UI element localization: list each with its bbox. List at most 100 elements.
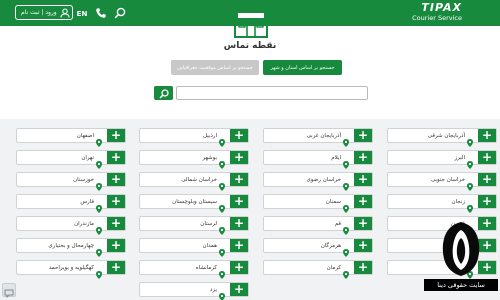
expand-plus-button[interactable]: + <box>478 129 496 142</box>
location-pin-icon <box>219 176 225 195</box>
expand-plus-button[interactable]: + <box>107 239 125 252</box>
search-button[interactable] <box>154 86 173 100</box>
province-name: یزد <box>209 286 217 293</box>
province-card[interactable]: خراسان جنوبی + <box>387 172 497 191</box>
expand-plus-button[interactable]: + <box>230 217 248 230</box>
expand-plus-button[interactable]: + <box>354 217 372 230</box>
location-pin-icon <box>219 264 225 283</box>
expand-plus-button[interactable]: + <box>230 195 248 208</box>
province-card[interactable]: فارس + <box>16 194 126 213</box>
province-card[interactable]: خراسان شمالی + <box>139 172 249 191</box>
location-pin-icon <box>219 198 225 217</box>
province-card[interactable]: یزد + <box>139 282 249 300</box>
expand-plus-button[interactable]: + <box>107 173 125 186</box>
expand-plus-button[interactable]: + <box>354 151 372 164</box>
expand-plus-button[interactable]: + <box>107 195 125 208</box>
tipax-logo[interactable]: TIPAX Courier Service <box>400 2 462 24</box>
location-pin-icon <box>343 264 349 283</box>
province-card[interactable]: آذربایجان شرقی + <box>387 128 497 147</box>
watermark-logo <box>442 222 480 276</box>
province-card[interactable]: اصفهان + <box>16 128 126 147</box>
language-toggle[interactable]: EN <box>74 6 90 21</box>
location-pin-icon <box>219 242 225 261</box>
province-card[interactable]: کرمان + <box>263 260 373 279</box>
province-name: خوزستان <box>73 176 94 183</box>
location-pin-icon <box>467 154 473 173</box>
province-card[interactable]: مازندران + <box>16 216 126 235</box>
location-pin-icon <box>467 198 473 217</box>
province-name: قم <box>334 220 341 227</box>
province-name: سیستان وبلوچستان <box>172 198 217 205</box>
province-name: زنجان <box>451 198 465 205</box>
province-card[interactable]: تهران + <box>16 150 126 169</box>
location-pin-icon <box>96 132 102 151</box>
province-card[interactable]: کهگیلویه و بویراحمد + <box>16 260 126 279</box>
location-pin-icon <box>467 176 473 195</box>
province-name: کرمان <box>326 264 341 271</box>
location-pin-icon <box>96 198 102 217</box>
province-name: مازندران <box>74 220 94 227</box>
expand-plus-button[interactable]: + <box>230 129 248 142</box>
expand-plus-button[interactable]: + <box>107 261 125 274</box>
province-name: کهگیلویه و بویراحمد <box>48 264 94 271</box>
expand-plus-button[interactable]: + <box>354 129 372 142</box>
location-pin-icon <box>343 220 349 239</box>
location-pin-icon <box>219 154 225 173</box>
watermark: سایت حقوقی دینا <box>424 216 498 298</box>
province-card[interactable]: چهارمحال و بختیاری + <box>16 238 126 257</box>
location-pin-icon <box>96 154 102 173</box>
province-name: اردبیل <box>203 132 217 139</box>
province-name: آذربایجان غربی <box>306 132 341 139</box>
chat-widget-icon[interactable] <box>2 283 16 299</box>
location-pin-icon <box>467 132 473 151</box>
province-card[interactable]: سمنان + <box>263 194 373 213</box>
province-card[interactable]: خوزستان + <box>16 172 126 191</box>
province-card[interactable]: بوشهر + <box>139 150 249 169</box>
phone-icon[interactable] <box>93 5 109 20</box>
expand-plus-button[interactable]: + <box>354 173 372 186</box>
province-name: تهران <box>81 154 94 161</box>
expand-plus-button[interactable]: + <box>478 195 496 208</box>
province-name: کرمانشاه <box>195 264 217 271</box>
expand-plus-button[interactable]: + <box>354 261 372 274</box>
expand-plus-button[interactable]: + <box>230 261 248 274</box>
province-card[interactable]: آذربایجان غربی + <box>263 128 373 147</box>
province-card[interactable]: کرمانشاه + <box>139 260 249 279</box>
province-name: چهارمحال و بختیاری <box>48 242 94 249</box>
province-name: لرستان <box>200 220 217 227</box>
expand-plus-button[interactable]: + <box>230 239 248 252</box>
logo-wordmark: TIPAX <box>421 1 462 14</box>
expand-plus-button[interactable]: + <box>107 217 125 230</box>
province-name: آذربایجان شرقی <box>427 132 465 139</box>
expand-plus-button[interactable]: + <box>354 239 372 252</box>
province-card[interactable]: ایلام + <box>263 150 373 169</box>
province-card[interactable]: سیستان وبلوچستان + <box>139 194 249 213</box>
tab-search-by-location[interactable]: جستجو بر اساس موقعیت جغرافیایی <box>171 60 259 75</box>
expand-plus-button[interactable]: + <box>230 283 248 296</box>
location-pin-icon <box>219 132 225 151</box>
province-card[interactable]: هرمزگان + <box>263 238 373 257</box>
province-card[interactable]: همدان + <box>139 238 249 257</box>
search-icon[interactable] <box>112 5 128 20</box>
province-card[interactable]: خراسان رضوی + <box>263 172 373 191</box>
province-card[interactable]: قم + <box>263 216 373 235</box>
province-card[interactable]: البرز + <box>387 150 497 169</box>
tab-search-by-city[interactable]: جستجو بر اساس استان و شهر <box>263 60 342 75</box>
province-card[interactable]: اردبیل + <box>139 128 249 147</box>
province-name: البرز <box>454 154 465 161</box>
search-input[interactable] <box>176 86 368 100</box>
location-pin-icon <box>96 176 102 195</box>
expand-plus-button[interactable]: + <box>478 151 496 164</box>
expand-plus-button[interactable]: + <box>107 151 125 164</box>
province-card[interactable]: لرستان + <box>139 216 249 235</box>
expand-plus-button[interactable]: + <box>354 195 372 208</box>
expand-plus-button[interactable]: + <box>478 173 496 186</box>
expand-plus-button[interactable]: + <box>230 173 248 186</box>
store-icon <box>233 11 269 42</box>
login-register-button[interactable]: ورود | ثبت نام <box>15 5 73 20</box>
province-name: بوشهر <box>202 154 217 161</box>
province-card[interactable]: زنجان + <box>387 194 497 213</box>
location-pin-icon <box>219 220 225 239</box>
expand-plus-button[interactable]: + <box>230 151 248 164</box>
expand-plus-button[interactable]: + <box>107 129 125 142</box>
